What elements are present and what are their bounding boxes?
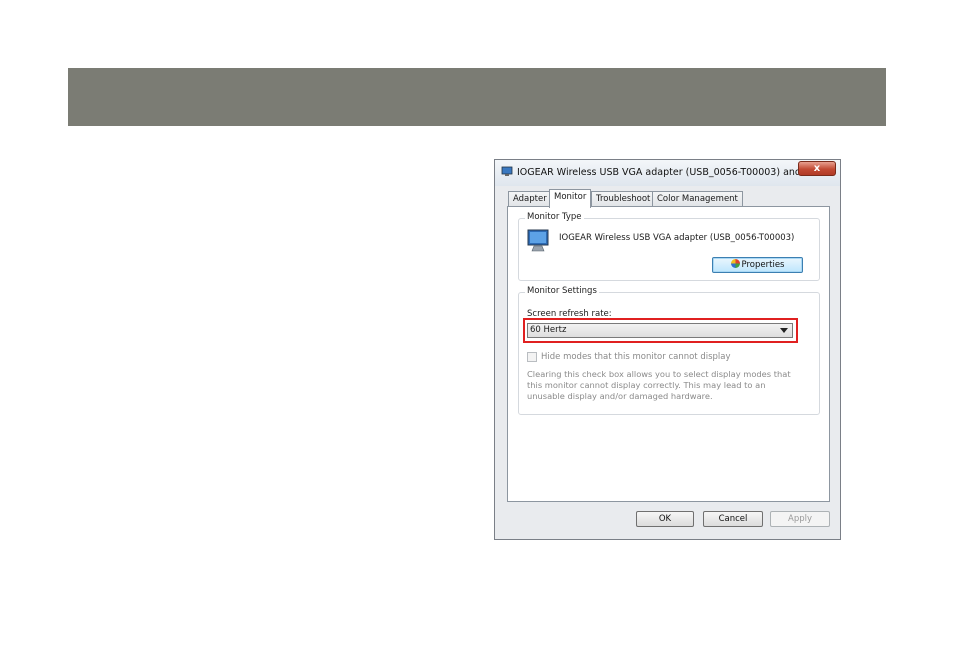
cancel-button[interactable]: Cancel [703, 511, 763, 527]
tab-color-management[interactable]: Color Management [652, 191, 743, 207]
hide-modes-description: Clearing this check box allows you to se… [527, 369, 791, 401]
tab-monitor[interactable]: Monitor [549, 189, 592, 208]
monitor-type-legend: Monitor Type [525, 212, 584, 222]
monitor-icon [527, 229, 549, 252]
title-bar[interactable]: IOGEAR Wireless USB VGA adapter (USB_005… [495, 160, 840, 186]
uac-shield-icon [730, 259, 740, 268]
monitor-settings-group: Monitor Settings Screen refresh rate: 60… [518, 286, 820, 415]
tab-adapter[interactable]: Adapter [508, 191, 552, 207]
monitor-type-group: Monitor Type IOGEAR Wireless USB VGA ada… [518, 212, 820, 281]
tab-troubleshoot[interactable]: Troubleshoot [591, 191, 656, 207]
monitor-tab-panel: Monitor Type IOGEAR Wireless USB VGA ada… [507, 206, 830, 502]
monitor-name: IOGEAR Wireless USB VGA adapter (USB_005… [559, 233, 795, 243]
header-banner [68, 68, 886, 126]
properties-button[interactable]: Properties [712, 257, 803, 273]
display-adapter-icon [501, 166, 513, 176]
close-button[interactable]: x [798, 161, 836, 176]
properties-button-label: Properties [741, 260, 785, 270]
refresh-rate-select[interactable]: 60 Hertz [527, 323, 793, 338]
dropdown-arrow-icon[interactable] [780, 328, 788, 333]
display-properties-dialog: IOGEAR Wireless USB VGA adapter (USB_005… [494, 159, 841, 540]
dialog-title: IOGEAR Wireless USB VGA adapter (USB_005… [517, 167, 805, 178]
monitor-settings-legend: Monitor Settings [525, 286, 599, 296]
ok-button[interactable]: OK [636, 511, 694, 527]
hide-modes-checkbox[interactable] [527, 352, 537, 362]
refresh-rate-value: 60 Hertz [530, 325, 567, 335]
hide-modes-label[interactable]: Hide modes that this monitor cannot disp… [541, 352, 731, 362]
apply-button[interactable]: Apply [770, 511, 830, 527]
